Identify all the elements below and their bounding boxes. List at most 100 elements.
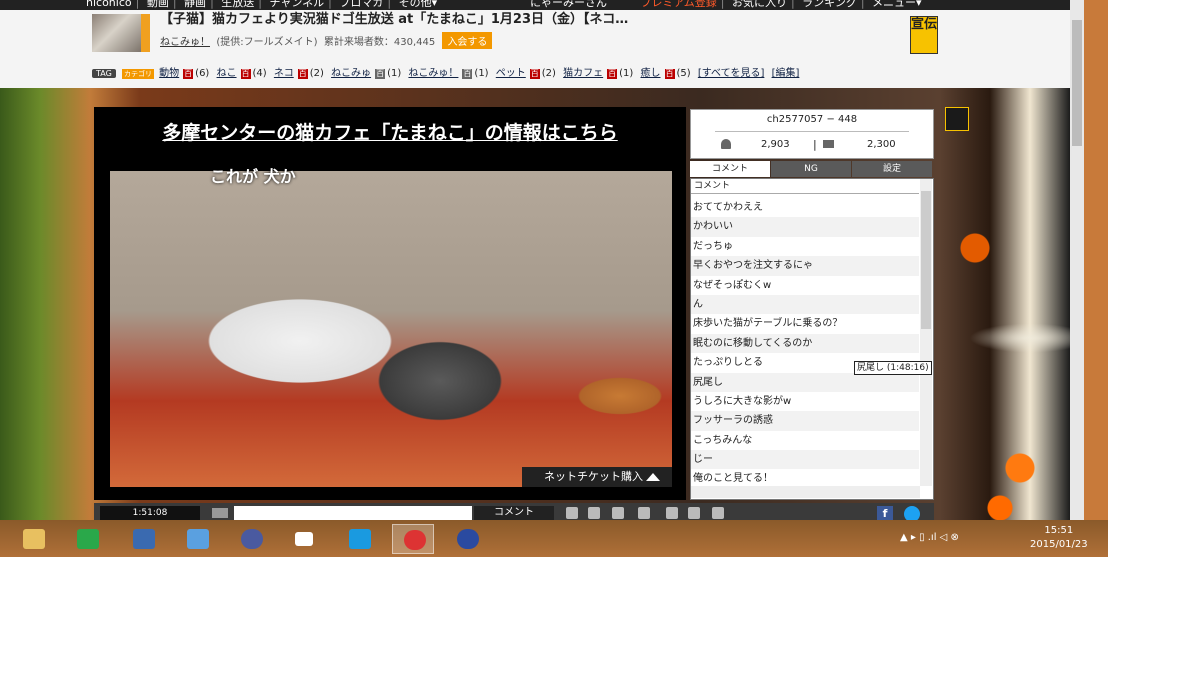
comment-row[interactable]: ん	[691, 294, 919, 315]
nav-item-niconico[interactable]: niconico	[86, 0, 132, 9]
chrome-icon[interactable]	[392, 524, 434, 554]
comment-toggle-icon[interactable]	[588, 507, 600, 519]
visitors-count: 430,445	[393, 37, 436, 48]
tag-link[interactable]: ねこ	[217, 68, 237, 79]
comment-row[interactable]: かわいい	[691, 217, 919, 237]
show-all-tags-link[interactable]: [すべてを見る]	[698, 68, 765, 79]
tag-count: (1)	[474, 68, 489, 79]
comment-row[interactable]: おててかわええ	[691, 198, 919, 218]
tag-link[interactable]: ネコ	[274, 68, 294, 79]
join-button[interactable]: 入会する	[442, 32, 493, 49]
user-nav: にゃーみーさん プレミアム登録 | お気に入り | ランキング | メニュー▾	[530, 0, 922, 8]
comment-row[interactable]: じー	[691, 450, 919, 470]
channel-id: ch2577057 − 448	[766, 114, 858, 125]
monitor-icon[interactable]	[122, 524, 164, 554]
video-player[interactable]: 多摩センターの猫カフェ「たまねこ」の情報はこちら これが 犬か ネットチケット購…	[94, 107, 686, 500]
volume-icon[interactable]	[566, 507, 578, 519]
store-icon[interactable]	[66, 524, 108, 554]
fullscreen-icon[interactable]	[638, 507, 650, 519]
dictionary-icon[interactable]: 百	[240, 69, 251, 79]
favorites-link[interactable]: お気に入り	[732, 0, 787, 9]
clock[interactable]: 15:51 2015/01/23	[1030, 524, 1088, 552]
keyboard-icon[interactable]	[212, 508, 228, 518]
expand-up-icon[interactable]	[646, 473, 660, 481]
tab-comments[interactable]: コメント	[690, 161, 770, 177]
tab-ng[interactable]: NG	[771, 161, 851, 177]
app-icon[interactable]	[230, 524, 272, 554]
tag-link[interactable]: ペット	[496, 68, 526, 79]
comment-send-button[interactable]: コメント	[474, 506, 554, 520]
file-explorer-icon[interactable]	[12, 524, 54, 554]
tab-settings[interactable]: 設定	[852, 161, 932, 177]
mail-icon[interactable]	[176, 524, 218, 554]
desktop-background	[1084, 0, 1108, 520]
clock-time: 15:51	[1044, 525, 1074, 536]
video-frame[interactable]: これが 犬か ネットチケット購入	[110, 167, 672, 487]
video-caption: これが 犬か	[210, 167, 296, 186]
home-icon[interactable]	[284, 524, 326, 554]
dictionary-icon[interactable]: 百	[664, 69, 675, 79]
comment-count-icon	[823, 140, 834, 148]
viewer-icon	[721, 139, 731, 149]
tag-link[interactable]: 癒し	[641, 68, 661, 79]
site-nav: niconico | 動画 | 静画 | 生放送 | チャンネル | ブロマガ | その他▾	[86, 0, 437, 8]
reload-icon[interactable]	[666, 507, 678, 519]
taskbar: ▲ ▸ ▯ .ıl ◁ ⊗ 15:51 2015/01/23	[0, 520, 1108, 557]
comment-panel-tabs: コメント NG 設定	[690, 161, 932, 177]
crown-icon[interactable]	[945, 107, 969, 131]
stats-panel: ch2577057 − 448 2,903 | 2,300	[690, 109, 934, 159]
ticket-purchase-button[interactable]: ネットチケット購入	[522, 467, 672, 487]
tag-link[interactable]: ねこみゅ	[331, 68, 371, 79]
tag-link[interactable]: 動物	[159, 68, 179, 79]
dictionary-icon[interactable]: 百	[462, 69, 473, 79]
dictionary-icon[interactable]: 百	[183, 69, 194, 79]
community-thumbnail[interactable]	[92, 14, 150, 52]
premium-link[interactable]: プレミアム登録	[641, 0, 717, 9]
menu-link[interactable]: メニュー▾	[872, 0, 922, 9]
stream-header: 【子猫】猫カフェより実況猫ドゴ生放送 at「たまねこ」1月23日（金）【ネコ… …	[0, 10, 1070, 88]
dictionary-icon[interactable]: 百	[375, 69, 386, 79]
comment-list-header[interactable]: コメント	[691, 179, 919, 194]
comment-row[interactable]: こっちみんな	[691, 430, 919, 451]
tag-link[interactable]: 猫カフェ	[563, 68, 603, 79]
settings-gear-icon[interactable]	[712, 507, 724, 519]
comment-row[interactable]: 早くおやつを注文するにゃ	[691, 256, 919, 276]
dictionary-icon[interactable]: 百	[297, 69, 308, 79]
dictionary-icon[interactable]: 百	[607, 69, 618, 79]
tag-count: (6)	[195, 68, 210, 79]
quality-icon[interactable]	[612, 507, 624, 519]
provider-text: (提供:フールズメイト)	[216, 37, 318, 48]
category-badge: カテゴリ	[121, 69, 154, 79]
dictionary-icon[interactable]: 百	[529, 69, 540, 79]
comment-horizontal-scrollbar[interactable]	[691, 486, 920, 498]
ranking-link[interactable]: ランキング	[802, 0, 857, 9]
comment-rows: おててかわええ かわいい だっちゅ 早くおやつを注文するにゃ なぜそっぽむくw …	[691, 198, 919, 489]
comment-row[interactable]: 尻尾し	[691, 372, 919, 392]
ticket-label: ネットチケット購入	[544, 470, 643, 483]
skype-icon[interactable]	[338, 524, 380, 554]
comment-row[interactable]: なぜそっぽむくw	[691, 275, 919, 295]
edit-tags-link[interactable]: [編集]	[772, 68, 800, 79]
ad-badge[interactable]: 宣伝	[910, 16, 938, 54]
viewer-count: 2,903	[761, 139, 790, 150]
comment-row[interactable]: 眠むのに移動してくるのか	[691, 333, 919, 354]
comment-row[interactable]: だっちゅ	[691, 236, 919, 257]
game-icon[interactable]	[688, 507, 700, 519]
community-link[interactable]: ねこみゅ！	[160, 37, 210, 48]
clock-date: 2015/01/23	[1030, 539, 1088, 550]
comment-tooltip: 尻尾し (1:48:16)	[854, 361, 932, 375]
comment-vertical-scrollbar[interactable]	[920, 179, 932, 486]
tag-count: (2)	[309, 68, 324, 79]
bizsoft-icon[interactable]	[446, 524, 488, 554]
tag-bar: TAG カテゴリ 動物百 (6) ねこ百 (4) ネコ百 (2) ねこみゅ百 (1) ね…	[92, 64, 799, 79]
player-banner-link[interactable]: 多摩センターの猫カフェ「たまねこ」の情報はこちら	[94, 107, 686, 159]
comment-row[interactable]: うしろに大きな影がw	[691, 391, 919, 412]
tag-icon: TAG	[92, 69, 116, 78]
browser-scrollbar[interactable]	[1070, 0, 1084, 520]
comment-row[interactable]: フッサーラの誘惑	[691, 411, 919, 431]
comment-row[interactable]: 床歩いた猫がテーブルに乗るの？	[691, 314, 919, 334]
system-tray[interactable]: ▲ ▸ ▯ .ıl ◁ ⊗	[900, 532, 959, 543]
tag-link[interactable]: ねこみゅ！	[408, 68, 458, 79]
stream-meta: ねこみゅ！ (提供:フールズメイト) 累計来場者数：430,445 入会する	[160, 32, 493, 49]
stream-title: 【子猫】猫カフェより実況猫ドゴ生放送 at「たまねこ」1月23日（金）【ネコ…	[160, 12, 629, 27]
